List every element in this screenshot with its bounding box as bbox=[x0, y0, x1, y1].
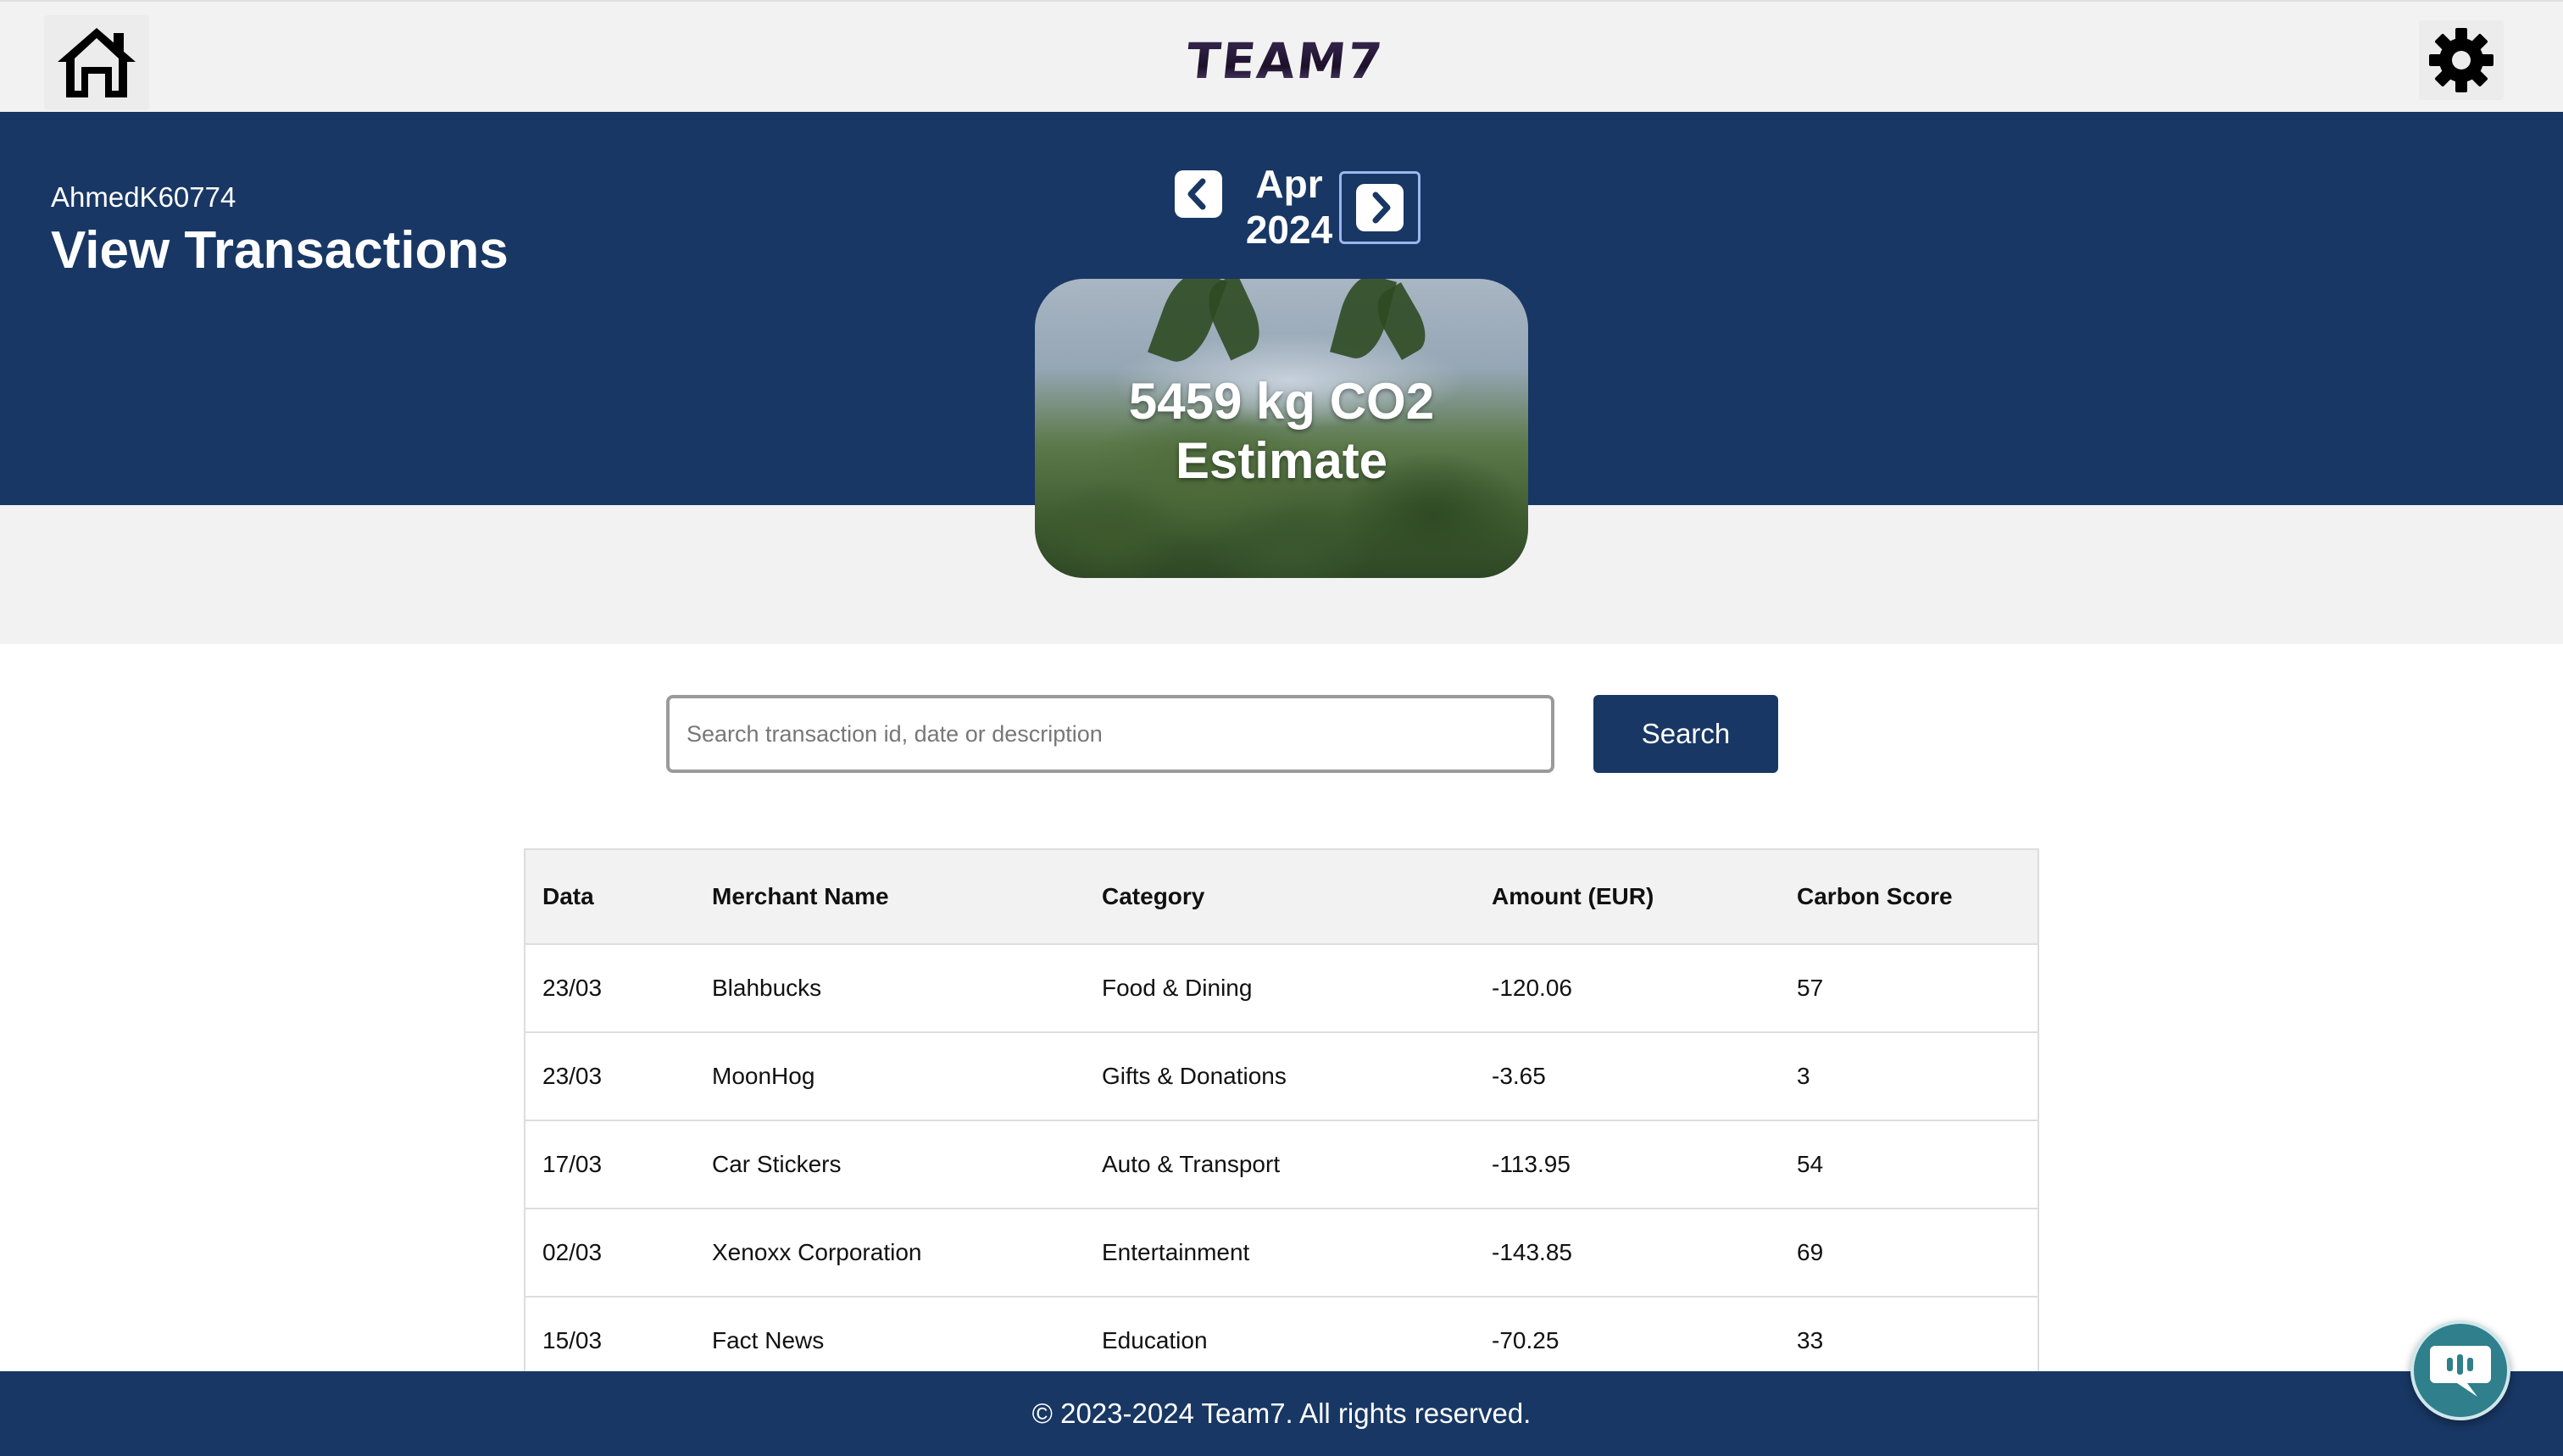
table-header-row: Data Merchant Name Category Amount (EUR)… bbox=[525, 850, 2038, 945]
cell-merchant: Car Stickers bbox=[712, 1151, 842, 1177]
cell-date: 23/03 bbox=[542, 975, 603, 1001]
column-header-carbon-score[interactable]: Carbon Score bbox=[1797, 850, 1953, 943]
cell-carbon-score: 54 bbox=[1797, 1151, 1824, 1177]
cell-amount: -120.06 bbox=[1492, 975, 1572, 1001]
carbon-amount: 5459 kg CO2 bbox=[1128, 373, 1435, 430]
column-header-date[interactable]: Data bbox=[542, 850, 594, 943]
table-row[interactable]: 02/03 Xenoxx Corporation Entertainment -… bbox=[525, 1209, 2038, 1298]
cell-amount: -143.85 bbox=[1492, 1239, 1572, 1265]
cell-category: Auto & Transport bbox=[1102, 1151, 1281, 1177]
footer: © 2023-2024 Team7. All rights reserved. bbox=[0, 1371, 2563, 1456]
cell-date: 23/03 bbox=[542, 1063, 603, 1089]
cell-carbon-score: 3 bbox=[1797, 1063, 1810, 1089]
username-label: AhmedK60774 bbox=[51, 181, 236, 213]
table-row[interactable]: 17/03 Car Stickers Auto & Transport -113… bbox=[525, 1121, 2038, 1209]
cell-amount: -3.65 bbox=[1492, 1063, 1546, 1089]
table-row[interactable]: 23/03 MoonHog Gifts & Donations -3.65 3 bbox=[525, 1033, 2038, 1121]
chevron-left-icon bbox=[1175, 170, 1222, 218]
next-month-button[interactable] bbox=[1339, 171, 1420, 244]
top-bar: TEAM7 bbox=[0, 0, 2563, 112]
column-header-category[interactable]: Category bbox=[1102, 850, 1204, 943]
cell-category: Food & Dining bbox=[1102, 975, 1253, 1001]
gear-icon bbox=[2429, 28, 2494, 92]
transactions-table: Data Merchant Name Category Amount (EUR)… bbox=[524, 848, 2039, 1456]
carbon-estimate-text: 5459 kg CO2 Estimate bbox=[1035, 372, 1528, 491]
cell-category: Gifts & Donations bbox=[1102, 1063, 1287, 1089]
cell-merchant: Xenoxx Corporation bbox=[712, 1239, 922, 1265]
home-icon bbox=[58, 28, 136, 97]
cell-merchant: Blahbucks bbox=[712, 975, 822, 1001]
brand-logo-text: TEAM7 bbox=[1183, 32, 1387, 90]
chevron-right-icon bbox=[1356, 184, 1404, 231]
cell-date: 17/03 bbox=[542, 1151, 603, 1177]
previous-month-button[interactable] bbox=[1158, 158, 1239, 231]
cell-amount: -113.95 bbox=[1492, 1151, 1571, 1177]
column-header-merchant[interactable]: Merchant Name bbox=[712, 850, 889, 943]
search-input[interactable] bbox=[666, 695, 1554, 773]
column-header-amount[interactable]: Amount (EUR) bbox=[1492, 850, 1654, 943]
carbon-label: Estimate bbox=[1175, 432, 1388, 489]
carbon-estimate-card: 5459 kg CO2 Estimate bbox=[1035, 279, 1528, 578]
current-period: Apr 2024 bbox=[1234, 161, 1344, 253]
copyright-text: © 2023-2024 Team7. All rights reserved. bbox=[1031, 1398, 1532, 1429]
chat-icon bbox=[2430, 1346, 2491, 1397]
brand-logo[interactable]: TEAM7 bbox=[1183, 32, 1386, 90]
cell-category: Entertainment bbox=[1102, 1239, 1250, 1265]
chat-button[interactable] bbox=[2410, 1320, 2510, 1420]
cell-merchant: MoonHog bbox=[712, 1063, 815, 1089]
table-row[interactable]: 23/03 Blahbucks Food & Dining -120.06 57 bbox=[525, 945, 2038, 1033]
cell-carbon-score: 69 bbox=[1797, 1239, 1824, 1265]
cell-carbon-score: 57 bbox=[1797, 975, 1824, 1001]
settings-button[interactable] bbox=[2419, 20, 2504, 100]
page-title: View Transactions bbox=[51, 221, 509, 280]
cell-date: 02/03 bbox=[542, 1239, 603, 1265]
current-year: 2024 bbox=[1245, 208, 1333, 252]
search-button[interactable]: Search bbox=[1593, 695, 1778, 773]
home-button[interactable] bbox=[44, 15, 149, 110]
current-month: Apr bbox=[1255, 162, 1323, 206]
